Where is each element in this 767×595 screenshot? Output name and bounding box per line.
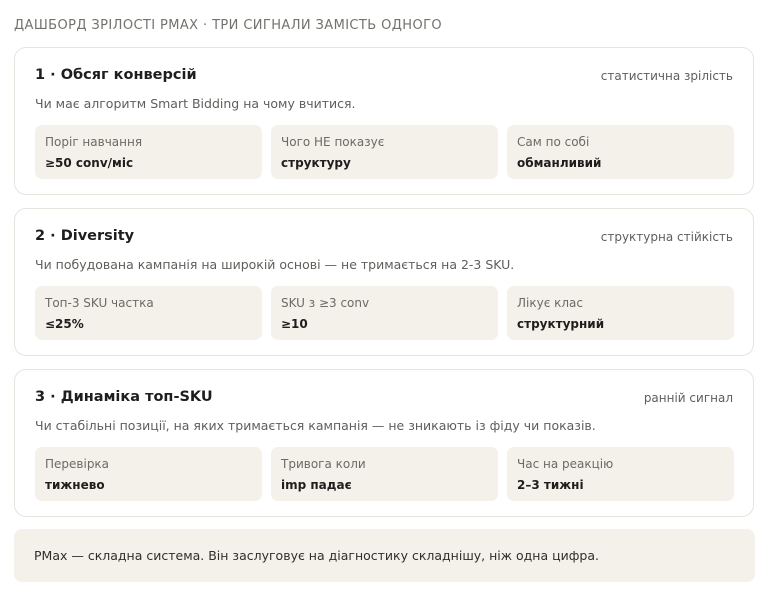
metric-tile: Поріг навчання ≥50 conv/міс: [35, 125, 262, 179]
card-description: Чи побудована кампанія на широкій основі…: [35, 257, 515, 272]
card-title: 1 · Обсяг конверсій: [35, 67, 197, 83]
metric-value: структурний: [517, 317, 605, 331]
card-description: Чи стабільні позиції, на яких тримається…: [35, 418, 596, 433]
metric-label: Час на реакцію: [517, 457, 614, 471]
metric-value: 2–3 тижні: [517, 478, 584, 492]
metric-label: Тривога коли: [281, 457, 366, 471]
card-top-sku-dynamics: 3 · Динаміка топ-SKU ранній сигнал Чи ст…: [14, 369, 754, 517]
metric-tile: Чого НЕ показує структуру: [271, 125, 498, 179]
metric-label: SKU з ≥3 conv: [281, 296, 370, 310]
card-description: Чи має алгоритм Smart Bidding на чому вч…: [35, 96, 356, 111]
metric-label: Чого НЕ показує: [281, 135, 385, 149]
metric-tile: SKU з ≥3 conv ≥10: [271, 286, 498, 340]
card-tag: ранній сигнал: [643, 391, 733, 405]
metric-value: ≤25%: [45, 317, 84, 331]
metric-tile: Час на реакцію 2–3 тижні: [507, 447, 734, 501]
metric-label: Сам по собі: [517, 135, 590, 149]
card-tag: структурна стійкість: [600, 230, 733, 244]
metric-label: Лікує клас: [517, 296, 583, 310]
metric-value: тижнево: [45, 478, 105, 492]
dashboard-page: ДАШБОРД ЗРІЛОСТІ PMAX · ТРИ СИГНАЛИ ЗАМІ…: [0, 0, 767, 595]
metric-tile: Сам по собі обманливий: [507, 125, 734, 179]
card-title: 3 · Динаміка топ-SKU: [35, 389, 213, 405]
metric-tile: Топ-3 SKU частка ≤25%: [35, 286, 262, 340]
card-title: 2 · Diversity: [35, 228, 135, 244]
metric-value: imp падає: [281, 478, 352, 492]
footer-text: PMax — складна система. Він заслуговує н…: [34, 548, 599, 563]
metric-value: обманливий: [517, 156, 602, 170]
metric-tile: Перевірка тижнево: [35, 447, 262, 501]
metric-value: ≥50 conv/міс: [45, 156, 134, 170]
footer-note: PMax — складна система. Він заслуговує н…: [14, 529, 755, 582]
page-title: ДАШБОРД ЗРІЛОСТІ PMAX · ТРИ СИГНАЛИ ЗАМІ…: [14, 18, 443, 33]
metric-value: структуру: [281, 156, 351, 170]
metric-label: Топ-3 SKU частка: [45, 296, 154, 310]
metric-tile: Лікує клас структурний: [507, 286, 734, 340]
metric-label: Поріг навчання: [45, 135, 143, 149]
metric-tile: Тривога коли imp падає: [271, 447, 498, 501]
card-conversion-volume: 1 · Обсяг конверсій статистична зрілість…: [14, 47, 754, 195]
card-diversity: 2 · Diversity структурна стійкість Чи по…: [14, 208, 754, 356]
metric-value: ≥10: [281, 317, 308, 331]
metric-label: Перевірка: [45, 457, 110, 471]
card-tag: статистична зрілість: [600, 69, 733, 83]
